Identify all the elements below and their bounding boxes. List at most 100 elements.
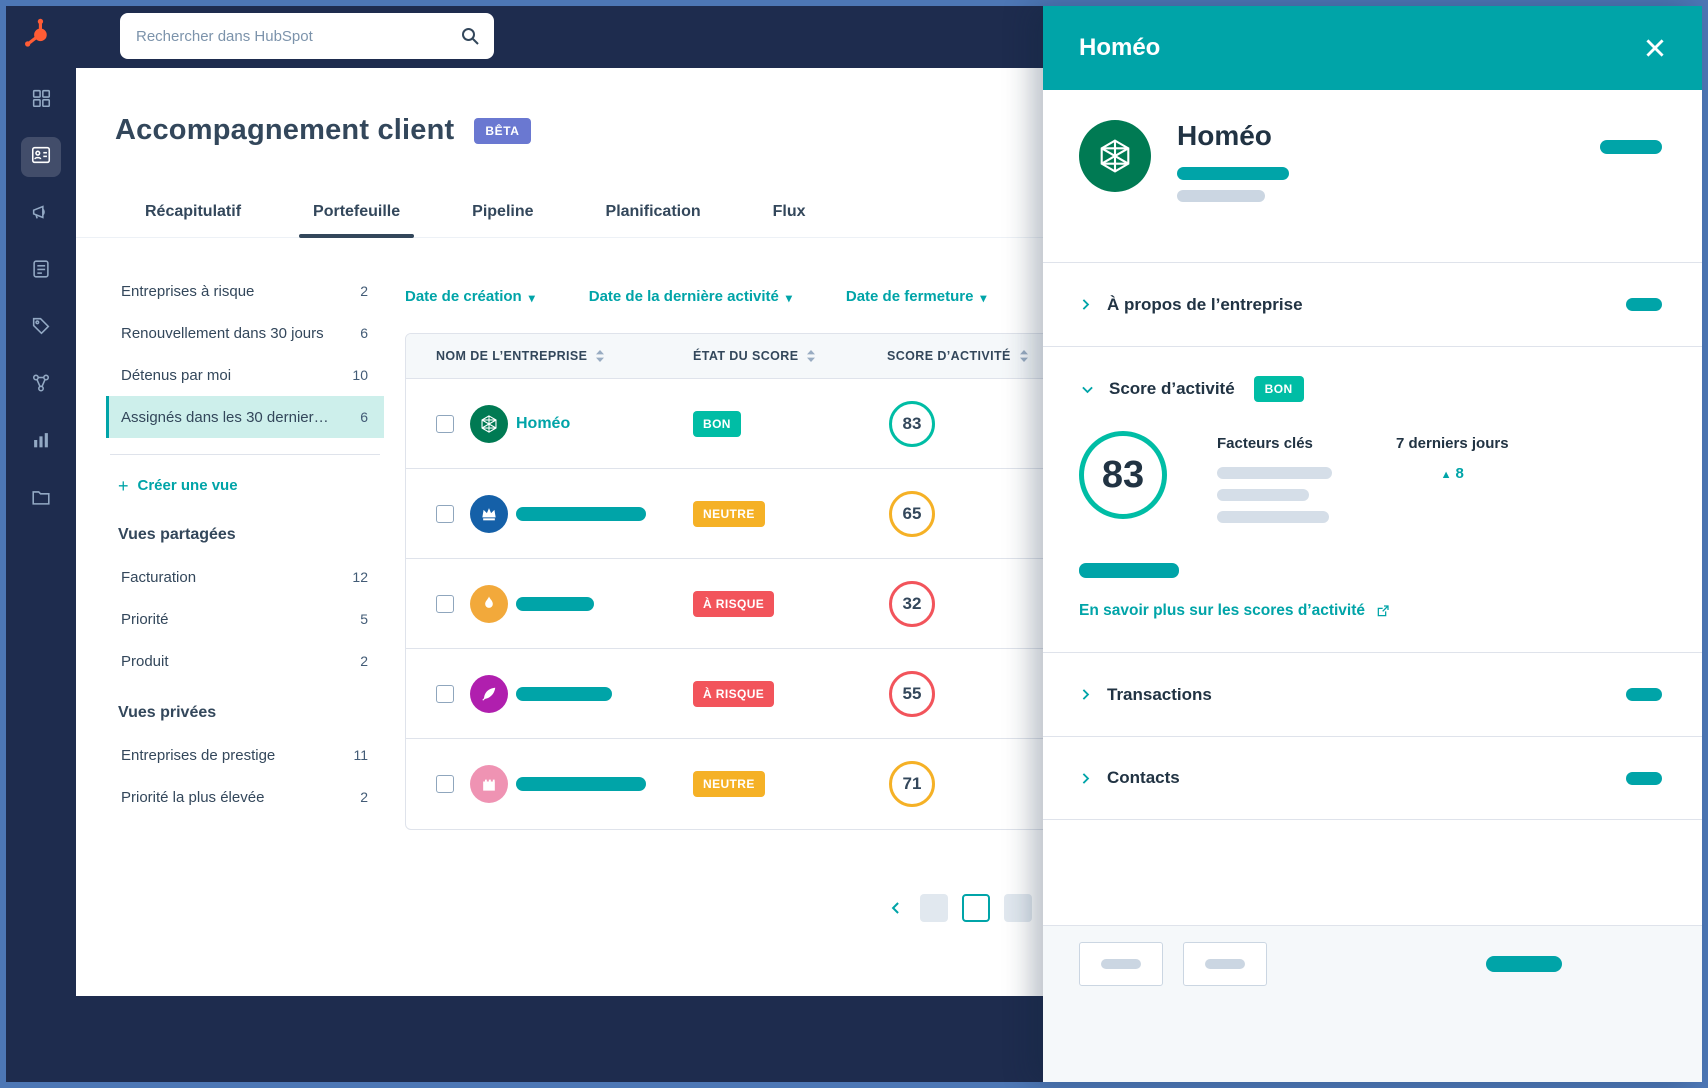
company-detail-placeholder (1177, 167, 1289, 180)
row-checkbox[interactable] (436, 415, 454, 433)
activity-score-ring: 83 (889, 401, 935, 447)
megaphone-icon (30, 201, 52, 228)
score-state-cell: À RISQUE (693, 681, 774, 707)
view-count: 12 (352, 569, 368, 585)
search-icon[interactable] (458, 24, 482, 53)
activity-score-header[interactable]: Score d’activité BON (1079, 347, 1666, 431)
previous-page-chevron[interactable] (886, 898, 906, 918)
page-button[interactable] (1004, 894, 1032, 922)
global-search (120, 13, 494, 59)
column-company-name[interactable]: NOM DE L’ENTREPRISE (436, 349, 693, 363)
page-button[interactable] (920, 894, 948, 922)
close-icon[interactable] (1642, 35, 1668, 61)
search-input[interactable] (120, 13, 494, 59)
nav-content[interactable] (21, 251, 61, 291)
page-button-current[interactable] (962, 894, 990, 922)
view-count: 11 (353, 747, 368, 763)
view-count: 6 (360, 325, 368, 341)
view-label: Priorité (121, 611, 169, 628)
section-label: Contacts (1107, 768, 1180, 788)
sort-icon (1018, 349, 1030, 363)
column-score-state[interactable]: ÉTAT DU SCORE (693, 349, 887, 363)
row-checkbox[interactable] (436, 595, 454, 613)
hubspot-logo[interactable] (21, 16, 59, 54)
tab-flux[interactable]: Flux (773, 203, 806, 237)
section-action-placeholder[interactable] (1626, 298, 1662, 311)
button-label-placeholder (1205, 959, 1245, 969)
filter-bar: Date de création ▾ Date de la dernière a… (405, 288, 986, 305)
tab-recapitulatif[interactable]: Récapitulatif (145, 203, 241, 237)
company-name-placeholder (516, 507, 646, 521)
company-action-placeholder[interactable] (1600, 140, 1662, 154)
nav-commerce[interactable] (21, 308, 61, 348)
view-priorite-plus-elevee[interactable]: Priorité la plus élevée 2 (106, 776, 384, 818)
status-badge: À RISQUE (693, 681, 774, 707)
column-label: SCORE D’ACTIVITÉ (887, 349, 1011, 363)
chevron-down-icon (1079, 381, 1096, 398)
view-count: 6 (360, 409, 368, 425)
company-name-link[interactable]: Homéo (516, 415, 693, 433)
nav-marketing[interactable] (21, 194, 61, 234)
nav-contacts[interactable] (21, 137, 61, 177)
row-checkbox[interactable] (436, 775, 454, 793)
nav-reporting[interactable] (21, 422, 61, 462)
factor-placeholder (1217, 467, 1332, 479)
company-avatar-castle (470, 765, 508, 803)
footer-primary-placeholder[interactable] (1486, 956, 1562, 972)
nav-automation[interactable] (21, 365, 61, 405)
nav-grid[interactable] (21, 80, 61, 120)
row-checkbox[interactable] (436, 505, 454, 523)
row-checkbox[interactable] (436, 685, 454, 703)
view-assignes-30-derniers[interactable]: Assignés dans les 30 dernier… 6 (106, 396, 384, 438)
filter-date-creation[interactable]: Date de création ▾ (405, 288, 535, 305)
view-produit[interactable]: Produit 2 (106, 640, 384, 682)
private-views-header: Vues privées (106, 682, 384, 734)
filter-date-fermeture[interactable]: Date de fermeture ▾ (846, 288, 987, 305)
section-action-placeholder[interactable] (1626, 772, 1662, 785)
section-activity-score: Score d’activité BON 83 Facteurs clés 7 … (1043, 346, 1702, 652)
view-label: Détenus par moi (121, 367, 231, 384)
activity-score-body: 83 Facteurs clés 7 derniers jours ▲8 (1079, 431, 1666, 523)
key-factors: Facteurs clés (1217, 431, 1332, 523)
view-label: Entreprises de prestige (121, 747, 275, 764)
key-factors-label: Facteurs clés (1217, 435, 1332, 452)
section-about-company[interactable]: À propos de l’entreprise (1043, 262, 1702, 346)
view-priorite[interactable]: Priorité 5 (106, 598, 384, 640)
filter-label: Date de fermeture (846, 288, 974, 305)
workflow-icon (30, 372, 52, 399)
shared-views-header: Vues partagées (106, 504, 384, 556)
activity-score-ring: 32 (889, 581, 935, 627)
view-detenus-par-moi[interactable]: Détenus par moi 10 (106, 354, 384, 396)
tab-planification[interactable]: Planification (606, 203, 701, 237)
create-view-button[interactable]: + Créer une vue (106, 467, 384, 504)
view-entreprises-prestige[interactable]: Entreprises de prestige 11 (106, 734, 384, 776)
status-badge: NEUTRE (693, 501, 765, 527)
tab-portefeuille[interactable]: Portefeuille (313, 203, 400, 237)
status-badge: NEUTRE (693, 771, 765, 797)
section-transactions[interactable]: Transactions (1043, 652, 1702, 736)
folder-icon (30, 486, 52, 513)
company-detail-panel: Homéo Homéo À propos de l’entreprise Sco… (1043, 6, 1702, 1082)
score-state-cell: BON (693, 411, 741, 437)
filter-derniere-activite[interactable]: Date de la dernière activité ▾ (589, 288, 792, 305)
chevron-right-icon (1077, 296, 1094, 313)
tab-pipeline[interactable]: Pipeline (472, 203, 533, 237)
nav-files[interactable] (21, 479, 61, 519)
company-avatar-globe (470, 405, 508, 443)
page-title: Accompagnement client (115, 114, 454, 147)
sort-icon (594, 349, 606, 363)
section-contacts[interactable]: Contacts (1043, 736, 1702, 820)
link-label: En savoir plus sur les scores d’activité (1079, 602, 1365, 620)
view-entreprises-a-risque[interactable]: Entreprises à risque 2 (106, 270, 384, 312)
section-action-placeholder[interactable] (1626, 688, 1662, 701)
view-renouvellement[interactable]: Renouvellement dans 30 jours 6 (106, 312, 384, 354)
footer-button[interactable] (1183, 942, 1267, 986)
column-label: NOM DE L’ENTREPRISE (436, 349, 587, 363)
view-facturation[interactable]: Facturation 12 (106, 556, 384, 598)
activity-score-learn-more-link[interactable]: En savoir plus sur les scores d’activité (1079, 602, 1666, 620)
company-avatar-flame (470, 585, 508, 623)
company-detail-placeholder (1177, 190, 1265, 202)
view-label: Facturation (121, 569, 196, 586)
footer-button[interactable] (1079, 942, 1163, 986)
beta-badge: BÊTA (474, 118, 530, 144)
